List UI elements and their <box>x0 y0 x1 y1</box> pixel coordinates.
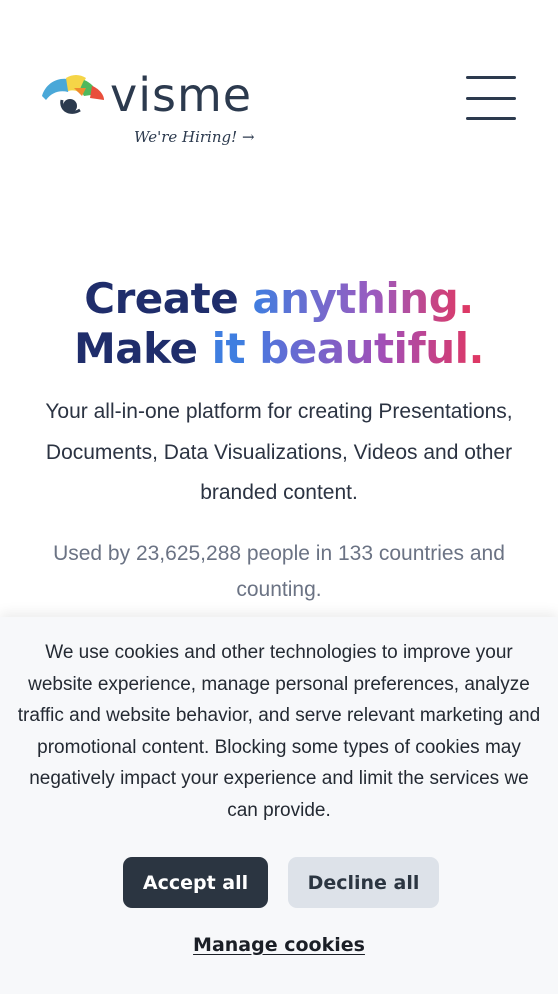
hero-title-it: it <box>211 324 260 373</box>
hero-title-make: Make <box>74 324 212 373</box>
visme-logo-icon <box>42 75 104 114</box>
users-count-text: Used by 23,625,288 people in 133 countri… <box>53 542 505 601</box>
hero-title-create: Create <box>84 274 253 323</box>
hero-title-line-1: Create anything. <box>0 274 558 324</box>
menu-bar <box>466 96 516 100</box>
manage-cookies-label: Manage cookies <box>193 934 365 956</box>
logo-wordmark: visme <box>110 68 253 122</box>
hiring-link[interactable]: We're Hiring! → <box>134 128 255 146</box>
arrow-right-icon: → <box>241 128 255 146</box>
cookie-banner: We use cookies and other technologies to… <box>0 617 558 994</box>
hiring-text: We're Hiring! <box>134 128 238 146</box>
hero-title-beautiful: beautiful. <box>259 324 484 373</box>
hero-title-line-2: Make it beautiful. <box>0 324 558 374</box>
hero-title-anything: anything. <box>252 274 474 323</box>
accept-all-button[interactable]: Accept all <box>123 857 268 908</box>
menu-bar <box>466 76 516 79</box>
cookie-text: We use cookies and other technologies to… <box>17 642 541 821</box>
decline-all-button[interactable]: Decline all <box>288 857 439 908</box>
hamburger-menu-icon[interactable] <box>466 76 516 120</box>
menu-bar <box>466 117 516 120</box>
visme-logo[interactable]: visme We're Hiring! → <box>38 70 278 154</box>
hero-title: Create anything. Make it beautiful. <box>0 274 558 374</box>
hero-subtitle: Your all-in-one platform for creating Pr… <box>45 400 513 504</box>
manage-cookies-link[interactable]: Manage cookies <box>0 934 558 956</box>
